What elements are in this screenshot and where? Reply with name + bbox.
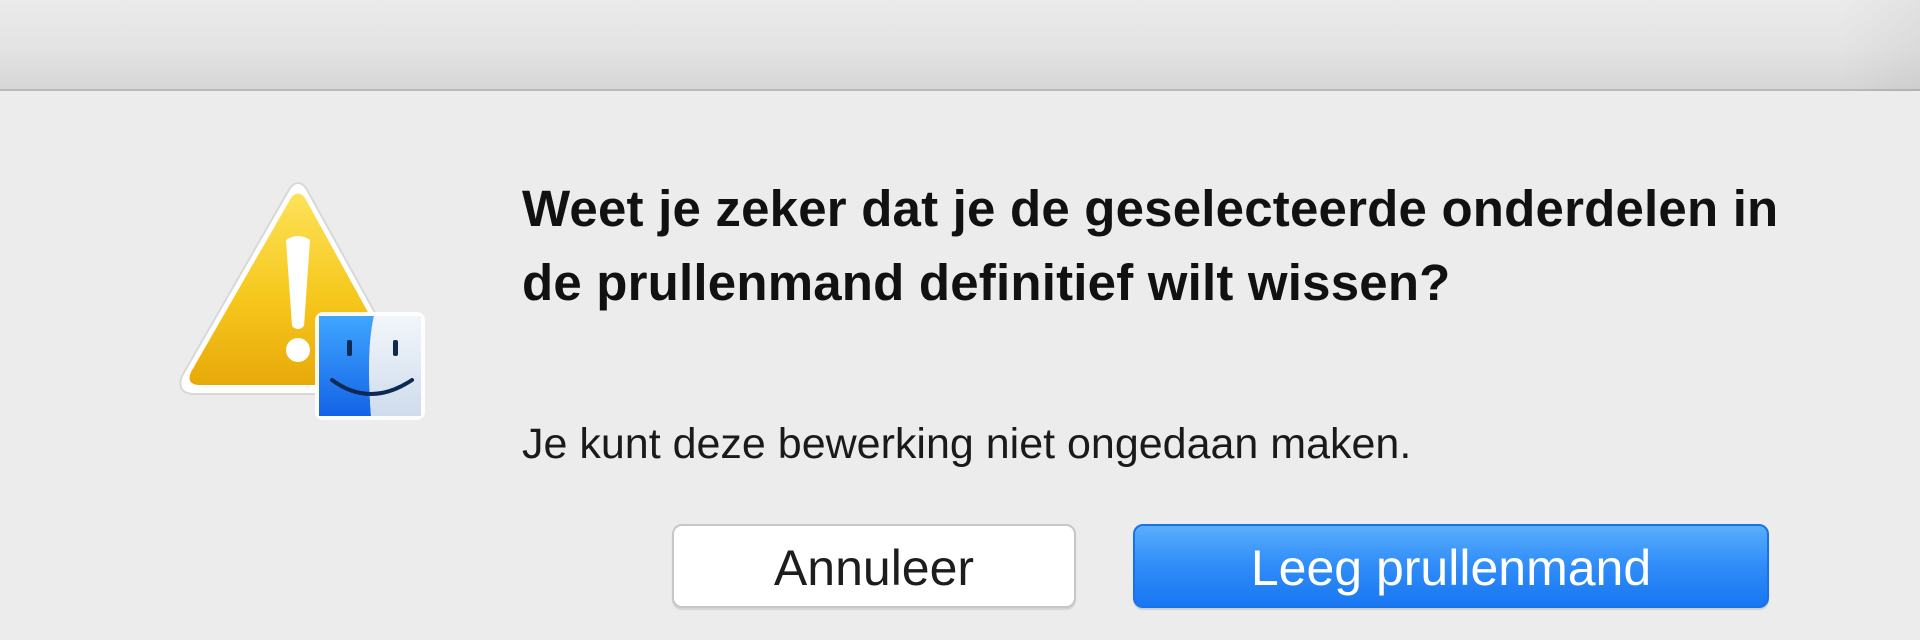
alert-title: Weet je zeker dat je de geselecteerde on… xyxy=(522,180,1779,311)
empty-trash-button[interactable]: Leeg prullenmand xyxy=(1133,524,1769,608)
window-titlebar[interactable] xyxy=(0,0,1920,91)
alert-message: Je kunt deze bewerking niet ongedaan mak… xyxy=(522,420,1412,468)
cancel-button[interactable]: Annuleer xyxy=(672,524,1076,608)
titlebar-edge xyxy=(1840,0,1920,91)
finder-icon xyxy=(315,312,425,420)
warning-finder-icon xyxy=(179,182,425,420)
alert-window: Weet je zeker dat je de geselecteerde on… xyxy=(0,0,1920,640)
